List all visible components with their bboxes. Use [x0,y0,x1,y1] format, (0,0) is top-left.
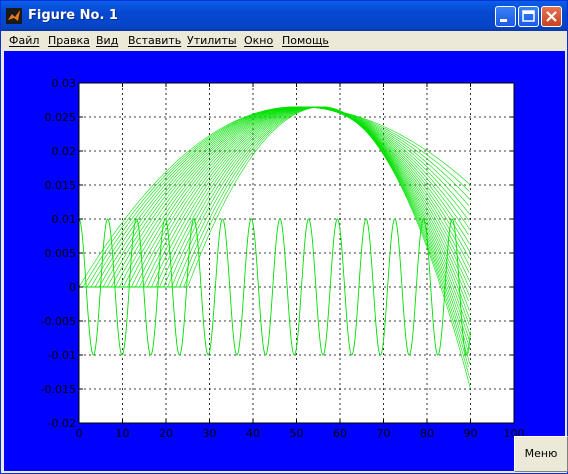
close-icon [546,11,557,22]
x-tick-label: 40 [246,427,260,440]
minimize-button[interactable] [495,6,516,27]
x-tick-label: 0 [76,427,83,440]
y-tick-label: 0.03 [52,77,77,90]
y-tick-label: -0.01 [48,349,76,362]
x-tick-label: 60 [333,427,347,440]
matlab-icon [6,8,22,24]
menu-help[interactable]: Помощь [282,34,329,47]
y-tick-label: 0.025 [45,111,77,124]
y-tick-label: -0.015 [41,383,76,396]
y-tick-label: 0.01 [52,213,77,226]
menu-file[interactable]: Файл [9,34,39,47]
menu-bar: Файл Правка Вид Вставить Утилиты Окно По… [1,31,567,51]
figure-canvas: 0 10 20 30 40 50 60 70 80 90 100 -0.02 -0.015 -0.01 -0… [4,51,565,471]
menu-button[interactable]: Меню [514,436,568,472]
close-button[interactable] [541,6,562,27]
y-tick-label: -0.005 [41,315,76,328]
menu-window[interactable]: Окно [244,34,273,47]
x-tick-label: 30 [203,427,217,440]
menu-edit[interactable]: Правка [48,34,90,47]
x-tick-label: 10 [116,427,130,440]
y-tick-label: 0.02 [52,145,77,158]
maximize-button[interactable] [518,6,539,27]
x-tick-label: 20 [159,427,173,440]
x-tick-label: 50 [290,427,304,440]
window-title: Figure No. 1 [28,8,118,23]
figure-window: Figure No. 1 Файл Правка Вид Вставить Ут… [0,0,568,474]
menu-view[interactable]: Вид [96,34,118,47]
minimize-icon [500,19,507,22]
y-tick-label: 0 [69,281,76,294]
title-bar[interactable]: Figure No. 1 [1,1,567,31]
x-tick-label: 80 [420,427,434,440]
x-tick-label: 70 [377,427,391,440]
x-tick-label: 90 [464,427,478,440]
y-tick-label: 0.005 [45,247,77,260]
y-tick-label: -0.02 [48,417,76,430]
y-tick-label: 0.015 [45,179,77,192]
maximize-icon [522,10,535,22]
menu-insert[interactable]: Вставить [128,34,181,47]
plot-svg: 0 10 20 30 40 50 60 70 80 90 100-0.02-0.015-0.01-0… [41,77,525,440]
menu-tools[interactable]: Утилиты [187,34,237,47]
